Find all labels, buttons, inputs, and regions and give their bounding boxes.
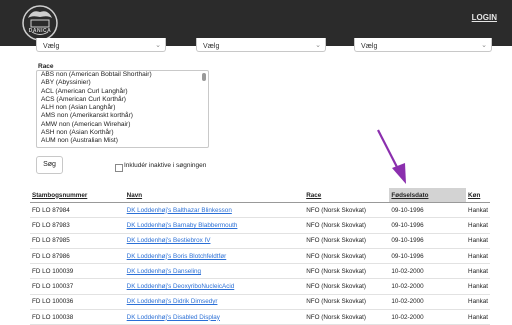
cell-stambogsnummer: FD LO 87986 — [30, 248, 125, 265]
site-logo[interactable]: DANICA — [20, 3, 60, 43]
column-header-kon[interactable]: Køn — [466, 188, 490, 203]
cell-stambogsnummer: FD LO 87983 — [30, 217, 125, 234]
cell-navn-link[interactable]: DK Loddenhøj's Balthazar Blinkesson — [124, 202, 305, 219]
cell-stambogsnummer: FD LO 87985 — [30, 233, 125, 249]
cell-kon: Hankat — [466, 309, 490, 325]
table-row: FD LO 87984 DK Loddenhøj's Balthazar Blin… — [30, 202, 490, 219]
table-row: FD LO 100037 DK Loddenhøj's DeoxyriboNucl… — [30, 278, 490, 295]
table-row: FD LO 87985 DK Loddenhøj's Bestiebrox IV N… — [30, 233, 490, 249]
cell-race: NFO (Norsk Skovkat) — [304, 278, 390, 295]
cell-fodselsdato: 10-02-2000 — [389, 294, 467, 311]
table-row: FD LO 87983 DK Loddenhøj's Barnaby Blabbe… — [30, 217, 490, 234]
cell-kon: Hankat — [466, 278, 490, 295]
table-row: FD LO 100036 DK Loddenhøj's Didrik Dimsed… — [30, 294, 490, 311]
cell-race: NFO (Norsk Skovkat) — [304, 202, 390, 219]
cell-stambogsnummer: FD LO 100038 — [30, 309, 125, 325]
login-link[interactable]: LOGIN — [472, 13, 497, 22]
cell-stambogsnummer: FD LO 100036 — [30, 294, 125, 311]
cell-kon: Hankat — [466, 233, 490, 249]
cell-stambogsnummer: FD LO 87984 — [30, 202, 125, 219]
results-table-body: FD LO 87984 DK Loddenhøj's Balthazar Blin… — [30, 202, 490, 325]
cell-navn-link[interactable]: DK Loddenhøj's Didrik Dimsedyr — [124, 294, 305, 311]
cell-kon: Hankat — [466, 294, 490, 311]
results-table: Stambogsnummer Navn Race Fødselsdato Køn… — [30, 188, 490, 325]
column-header-fodselsdato[interactable]: Fødselsdato — [389, 188, 467, 203]
column-header-stambogsnummer[interactable]: Stambogsnummer — [30, 188, 125, 203]
cell-stambogsnummer: FD LO 100037 — [30, 278, 125, 295]
cell-navn-link[interactable]: DK Loddenhøj's DeoxyriboNucleicAcid — [124, 278, 305, 295]
cell-kon: Hankat — [466, 217, 490, 234]
logo-text: DANICA — [28, 28, 52, 34]
cell-navn-link[interactable]: DK Loddenhøj's Disabled Display — [124, 309, 305, 325]
cell-race: NFO (Norsk Skovkat) — [304, 294, 390, 311]
cell-fodselsdato: 10-02-2000 — [389, 309, 467, 325]
cell-kon: Hankat — [466, 202, 490, 219]
cell-navn-link[interactable]: DK Loddenhøj's Bestiebrox IV — [124, 233, 305, 249]
search-content: Vælg ⌄ Vælg ⌄ Vælg ⌄ Race ABS non (Ameri… — [30, 38, 492, 325]
cell-race: NFO (Norsk Skovkat) — [304, 248, 390, 265]
cell-fodselsdato: 09-10-1996 — [389, 248, 467, 265]
cell-fodselsdato: 10-02-2000 — [389, 263, 467, 280]
table-row: FD LO 87986 DK Loddenhøj's Boris Blotchfe… — [30, 248, 490, 265]
table-row: FD LO 100039 DK Loddenhøj's Danseling NFO … — [30, 263, 490, 280]
cell-fodselsdato: 09-10-1996 — [389, 202, 467, 219]
column-header-navn[interactable]: Navn — [124, 188, 305, 203]
logo-emblem-icon — [22, 5, 58, 41]
cell-navn-link[interactable]: DK Loddenhøj's Boris Blotchfeldtfør — [124, 248, 305, 265]
cell-kon: Hankat — [466, 248, 490, 265]
cell-navn-link[interactable]: DK Loddenhøj's Danseling — [124, 263, 305, 280]
cell-fodselsdato: 09-10-1996 — [389, 217, 467, 234]
table-row: FD LO 100038 DK Loddenhøj's Disabled Disp… — [30, 309, 490, 325]
cell-stambogsnummer: FD LO 100039 — [30, 263, 125, 280]
cell-race: NFO (Norsk Skovkat) — [304, 217, 390, 234]
cell-navn-link[interactable]: DK Loddenhøj's Barnaby Blabbermouth — [124, 217, 305, 234]
cell-race: NFO (Norsk Skovkat) — [304, 233, 390, 249]
annotation-arrow-icon — [377, 129, 406, 184]
cell-race: NFO (Norsk Skovkat) — [304, 309, 390, 325]
column-header-race[interactable]: Race — [304, 188, 390, 203]
cell-fodselsdato: 09-10-1996 — [389, 233, 467, 249]
cell-fodselsdato: 10-02-2000 — [389, 278, 467, 295]
table-header-row: Stambogsnummer Navn Race Fødselsdato Køn — [30, 188, 490, 203]
cell-race: NFO (Norsk Skovkat) — [304, 263, 390, 280]
cell-kon: Hankat — [466, 263, 490, 280]
